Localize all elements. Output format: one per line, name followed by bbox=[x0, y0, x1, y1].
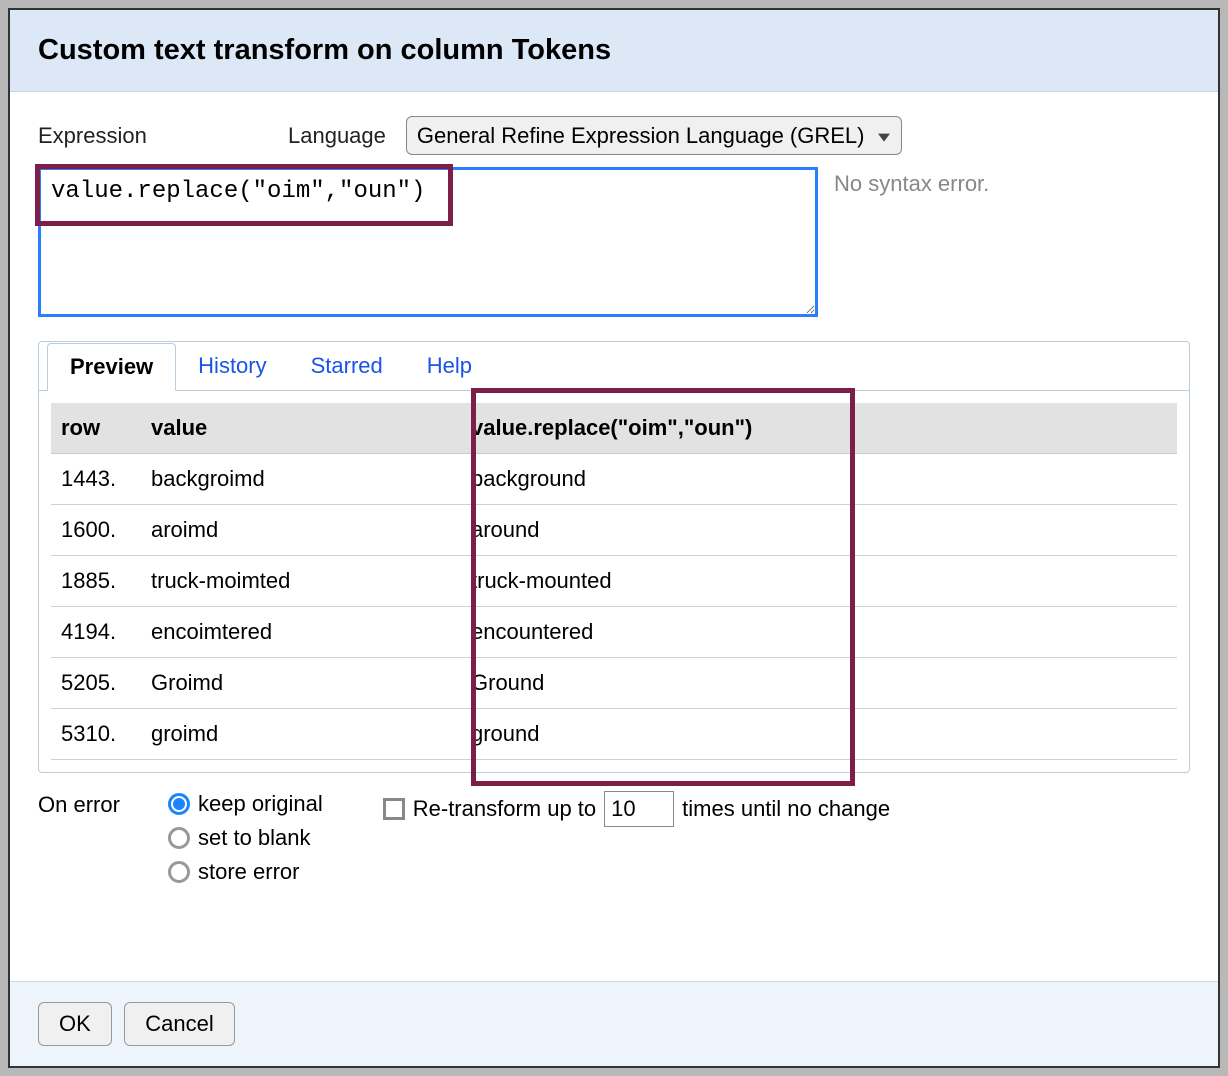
table-row: 1600. aroimd around bbox=[51, 505, 1177, 556]
expression-label: Expression bbox=[38, 123, 268, 149]
radio-icon bbox=[168, 793, 190, 815]
table-row: 4194. encoimtered encountered bbox=[51, 607, 1177, 658]
radio-label: store error bbox=[198, 859, 299, 885]
transform-dialog: Custom text transform on column Tokens E… bbox=[8, 8, 1220, 1068]
retransform-checkbox[interactable] bbox=[383, 798, 405, 820]
cell-value: backgroimd bbox=[141, 454, 461, 505]
cell-value: Groimd bbox=[141, 658, 461, 709]
radio-icon bbox=[168, 861, 190, 883]
radio-keep-original[interactable]: keep original bbox=[168, 791, 323, 817]
cell-result: Ground bbox=[461, 658, 1177, 709]
col-header-result: value.replace("oim","oun") bbox=[461, 403, 1177, 454]
on-error-label: On error bbox=[38, 791, 148, 818]
cell-row: 1885. bbox=[51, 556, 141, 607]
cell-row: 5205. bbox=[51, 658, 141, 709]
cell-value: truck-moimted bbox=[141, 556, 461, 607]
tab-preview[interactable]: Preview bbox=[47, 343, 176, 391]
tab-starred[interactable]: Starred bbox=[289, 343, 405, 391]
dialog-footer: OK Cancel bbox=[10, 981, 1218, 1066]
col-header-row: row bbox=[51, 403, 141, 454]
cell-result: around bbox=[461, 505, 1177, 556]
cell-value: aroimd bbox=[141, 505, 461, 556]
radio-set-blank[interactable]: set to blank bbox=[168, 825, 323, 851]
retransform-prefix: Re-transform up to bbox=[413, 796, 596, 822]
radio-store-error[interactable]: store error bbox=[168, 859, 323, 885]
language-select[interactable]: General Refine Expression Language (GREL… bbox=[406, 116, 902, 155]
tabs: Preview History Starred Help bbox=[39, 342, 1189, 391]
cell-result: ground bbox=[461, 709, 1177, 760]
cell-row: 1600. bbox=[51, 505, 141, 556]
preview-header-row: row value value.replace("oim","oun") bbox=[51, 403, 1177, 454]
radio-label: keep original bbox=[198, 791, 323, 817]
radio-label: set to blank bbox=[198, 825, 311, 851]
tab-history[interactable]: History bbox=[176, 343, 288, 391]
language-select-wrap: General Refine Expression Language (GREL… bbox=[406, 116, 902, 155]
cell-result: background bbox=[461, 454, 1177, 505]
language-label: Language bbox=[288, 123, 386, 149]
syntax-message: No syntax error. bbox=[834, 167, 989, 317]
expression-row: Expression Language General Refine Expre… bbox=[38, 116, 1190, 155]
tab-help[interactable]: Help bbox=[405, 343, 494, 391]
cell-result: encountered bbox=[461, 607, 1177, 658]
table-row: 5205. Groimd Ground bbox=[51, 658, 1177, 709]
dialog-body: Expression Language General Refine Expre… bbox=[10, 92, 1218, 981]
radio-icon bbox=[168, 827, 190, 849]
preview-table: row value value.replace("oim","oun") 144… bbox=[51, 403, 1177, 760]
cell-row: 1443. bbox=[51, 454, 141, 505]
table-row: 5310. groimd ground bbox=[51, 709, 1177, 760]
table-row: 1885. truck-moimted truck-mounted bbox=[51, 556, 1177, 607]
retransform-group: Re-transform up to times until no change bbox=[383, 791, 890, 827]
expression-input[interactable] bbox=[38, 167, 818, 317]
cell-row: 4194. bbox=[51, 607, 141, 658]
retransform-count-input[interactable] bbox=[604, 791, 674, 827]
ok-button[interactable]: OK bbox=[38, 1002, 112, 1046]
col-header-value: value bbox=[141, 403, 461, 454]
cell-result: truck-mounted bbox=[461, 556, 1177, 607]
dialog-title: Custom text transform on column Tokens bbox=[38, 34, 1190, 67]
retransform-suffix: times until no change bbox=[682, 796, 890, 822]
table-row: 1443. backgroimd background bbox=[51, 454, 1177, 505]
preview-tabs-container: Preview History Starred Help row value v… bbox=[38, 341, 1190, 773]
options-row: On error keep original set to blank stor… bbox=[38, 791, 1190, 885]
expression-editor-row: No syntax error. bbox=[38, 167, 1190, 317]
on-error-radio-group: keep original set to blank store error bbox=[168, 791, 323, 885]
cell-row: 5310. bbox=[51, 709, 141, 760]
cancel-button[interactable]: Cancel bbox=[124, 1002, 234, 1046]
cell-value: groimd bbox=[141, 709, 461, 760]
dialog-header: Custom text transform on column Tokens bbox=[10, 10, 1218, 92]
cell-value: encoimtered bbox=[141, 607, 461, 658]
